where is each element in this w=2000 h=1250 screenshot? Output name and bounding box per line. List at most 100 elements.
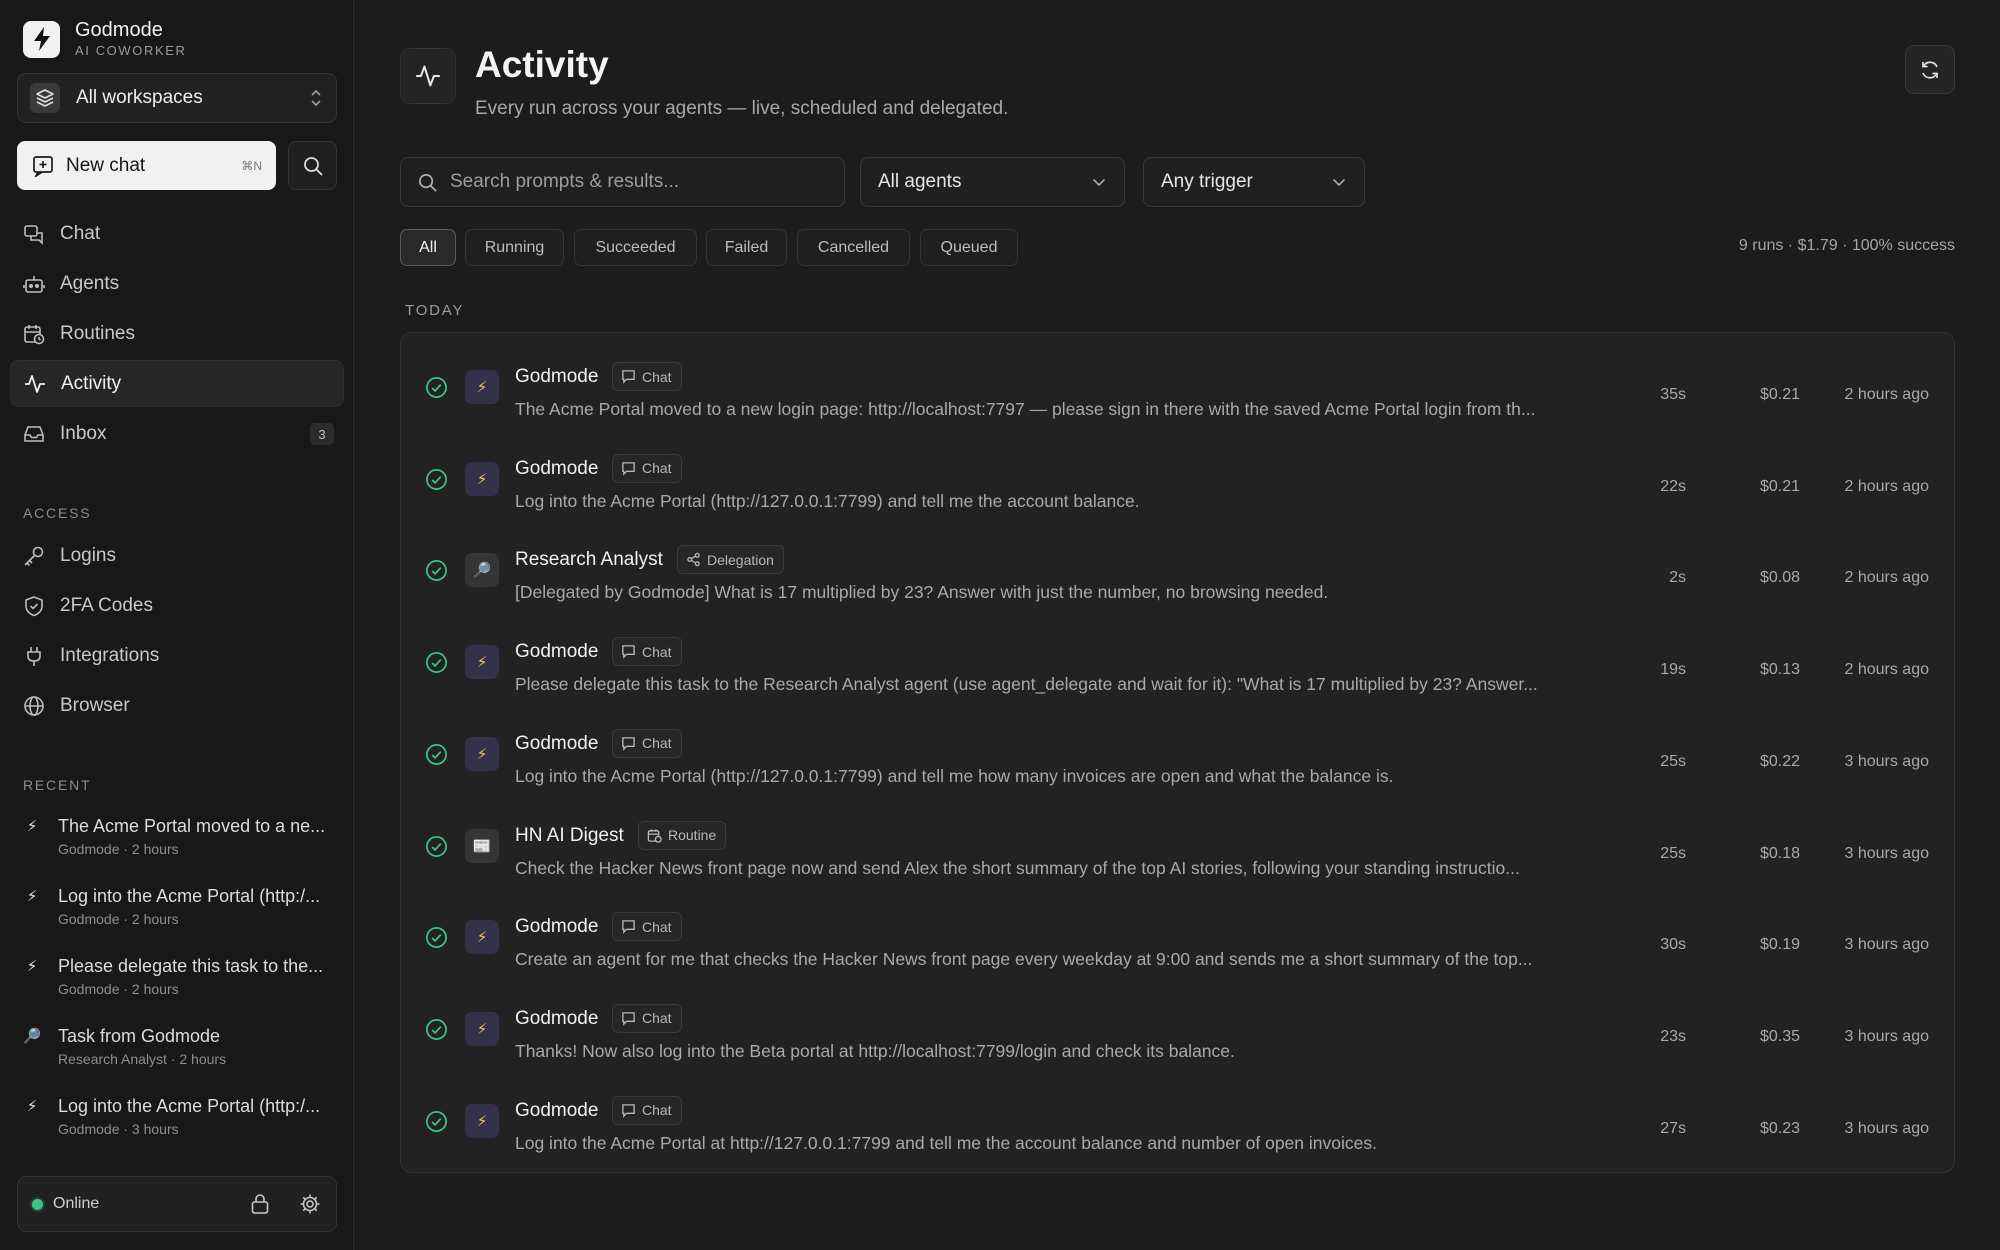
app-subtitle: AI COWORKER [75, 43, 187, 58]
nav-item-integrations[interactable]: Integrations [10, 632, 344, 679]
recent-item[interactable]: 🔎 Task from Godmode Research Analyst · 2 … [23, 1025, 343, 1068]
trigger-filter-value: Any trigger [1161, 171, 1253, 192]
nav-item-browser[interactable]: Browser [10, 682, 344, 729]
nav-label: Chat [60, 222, 101, 244]
run-agent-name: Godmode [515, 366, 599, 387]
chat-icon [621, 736, 642, 751]
recent-item[interactable]: ⚡ The Acme Portal moved to a ne... Godmod… [23, 815, 343, 858]
status-label: Online [53, 1195, 100, 1212]
run-timestamp: 3 hours ago [1844, 1027, 1929, 1045]
chevron-up-down-icon [310, 89, 322, 107]
filter-chip-queued[interactable]: Queued [920, 229, 1018, 266]
success-check-icon [425, 559, 448, 582]
success-check-icon [425, 835, 448, 858]
run-cost: $0.13 [1759, 661, 1800, 679]
run-timestamp: 2 hours ago [1844, 661, 1929, 679]
run-trigger-tag-chat: Chat [612, 1003, 682, 1033]
recent-item[interactable]: ⚡ Please delegate this task to the... God… [23, 955, 343, 998]
nav-label: Activity [61, 372, 122, 394]
recent-item[interactable]: ⚡ Log into the Acme Portal (http:/... God… [23, 885, 343, 928]
run-agent-name: Godmode [515, 1099, 599, 1121]
run-row[interactable]: ⚡ Godmode Chat Please delegate this task to… [401, 617, 1954, 708]
run-row[interactable]: ⚡ Godmode Chat Thanks! Now also log into th… [401, 984, 1954, 1075]
search-field[interactable] [400, 157, 845, 207]
nav-item-2fa-codes[interactable]: 2FA Codes [10, 582, 344, 629]
agent-avatar-icon: 🔎 [465, 553, 499, 588]
run-row[interactable]: 📰 HN AI Digest Routine Check the Hacker New… [401, 801, 1954, 892]
run-row[interactable]: ⚡ Godmode Chat The Acme Portal moved to a n… [401, 342, 1954, 433]
success-check-icon [425, 376, 448, 399]
run-prompt: Log into the Acme Portal at http://127.0… [515, 1132, 1377, 1153]
run-cost: $0.18 [1759, 844, 1800, 862]
run-trigger-label: Chat [642, 735, 672, 752]
agent-filter-value: All agents [878, 171, 962, 192]
nav-label: Logins [60, 544, 116, 566]
recent-item-title: Task from Godmode [58, 1025, 221, 1046]
filter-chip-succeeded[interactable]: Succeeded [574, 229, 697, 266]
nav-item-routines[interactable]: Routines [10, 310, 344, 357]
agent-filter-dropdown[interactable]: All agents [860, 157, 1125, 207]
run-duration: 19s [1660, 661, 1686, 679]
agent-avatar-icon: ⚡ [465, 1011, 499, 1046]
trigger-filter-dropdown[interactable]: Any trigger [1143, 157, 1365, 207]
search-input[interactable] [450, 171, 820, 193]
new-chat-shortcut: ⌘N [241, 158, 262, 173]
sidebar-search-button[interactable] [288, 141, 337, 190]
runs-list: ⚡ Godmode Chat The Acme Portal moved to a n… [400, 332, 1955, 1173]
run-trigger-label: Chat [642, 1010, 672, 1027]
group-label-today: TODAY [405, 302, 465, 319]
globe-icon [22, 694, 46, 718]
app-name: Godmode [75, 19, 163, 41]
lock-icon[interactable] [248, 1192, 272, 1216]
run-trigger-label: Chat [642, 1102, 672, 1119]
nav-item-activity[interactable]: Activity [10, 360, 344, 407]
nav-item-logins[interactable]: Logins [10, 532, 344, 579]
shield-icon [22, 594, 46, 618]
nav-item-chat[interactable]: Chat [10, 210, 344, 257]
success-check-icon [425, 1110, 448, 1133]
run-trigger-tag-chat: Chat [612, 912, 682, 942]
runs-summary: 9 runs · $1.79 · 100% success [1738, 237, 1955, 254]
layers-icon [30, 83, 60, 113]
run-row[interactable]: ⚡ Godmode Chat Log into the Acme Portal (ht… [401, 709, 1954, 800]
run-timestamp: 2 hours ago [1844, 569, 1929, 587]
recent-item[interactable]: ⚡ Log into the Acme Portal (http:/... God… [23, 1095, 343, 1138]
chat-icon [621, 461, 642, 476]
nav-label: 2FA Codes [60, 594, 153, 616]
run-prompt: Log into the Acme Portal (http://127.0.0… [515, 490, 1140, 511]
filter-chip-running[interactable]: Running [465, 229, 564, 266]
recent-item-meta: Godmode · 2 hours [58, 911, 179, 927]
run-row[interactable]: 🔎 Research Analyst Delegation [Delegated by… [401, 525, 1954, 616]
nav-item-inbox[interactable]: Inbox 3 [10, 410, 344, 457]
workspace-select[interactable]: All workspaces [17, 73, 337, 123]
refresh-button[interactable] [1905, 45, 1955, 94]
chat-icon [621, 1011, 642, 1026]
nav-label: Routines [60, 322, 135, 344]
agent-avatar-icon: ⚡ [465, 736, 499, 771]
success-check-icon [425, 743, 448, 766]
run-prompt: [Delegated by Godmode] What is 17 multip… [515, 582, 1329, 603]
agent-avatar-icon: ⚡ [465, 461, 499, 496]
nav-label: Inbox [60, 422, 107, 444]
recent-item-meta: Research Analyst · 2 hours [58, 1051, 227, 1067]
gear-icon[interactable] [298, 1192, 322, 1216]
brand: Godmode AI COWORKER [23, 19, 187, 59]
nav-item-agents[interactable]: Agents [10, 260, 344, 307]
run-duration: 22s [1660, 477, 1686, 495]
run-row[interactable]: ⚡ Godmode Chat Create an agent for me that … [401, 892, 1954, 983]
run-agent-name: Godmode [515, 732, 599, 754]
run-trigger-label: Routine [668, 827, 717, 843]
run-prompt: Check the Hacker News front page now and… [515, 857, 1520, 878]
filter-chip-all[interactable]: All [400, 229, 456, 266]
run-trigger-label: Chat [642, 918, 672, 935]
chat-icon [621, 369, 642, 384]
run-trigger-tag-routine: Routine [638, 820, 727, 850]
filter-chip-failed[interactable]: Failed [706, 229, 787, 266]
run-timestamp: 2 hours ago [1844, 477, 1929, 495]
chevron-down-icon [1092, 178, 1106, 187]
filter-chip-cancelled[interactable]: Cancelled [797, 229, 910, 266]
run-row[interactable]: ⚡ Godmode Chat Log into the Acme Portal at … [401, 1076, 1954, 1167]
chevron-down-icon [1332, 178, 1346, 187]
run-row[interactable]: ⚡ Godmode Chat Log into the Acme Portal (ht… [401, 434, 1954, 525]
new-chat-button[interactable]: New chat ⌘N [17, 141, 276, 190]
